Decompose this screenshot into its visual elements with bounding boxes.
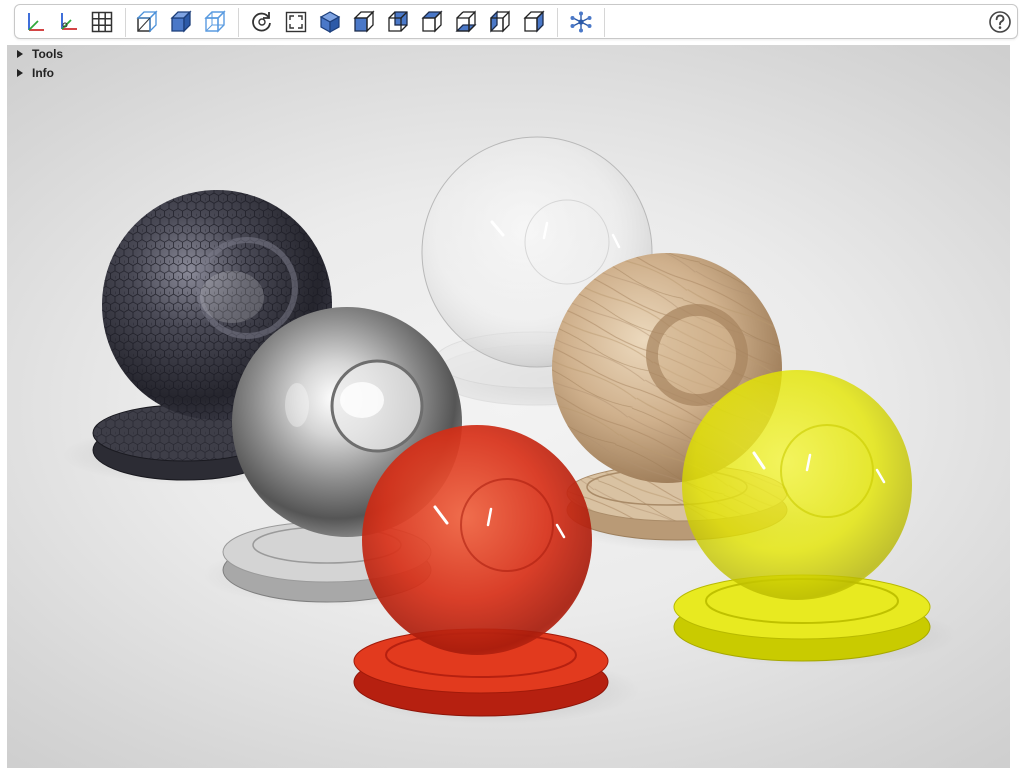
info-panel-toggle[interactable]: Info: [17, 64, 54, 82]
axes-origin-button[interactable]: [55, 9, 81, 35]
back-view-icon: [388, 11, 408, 32]
info-panel-label: Info: [32, 66, 54, 80]
fit-view-button[interactable]: [283, 9, 309, 35]
toolbar-separator: [125, 8, 126, 37]
solid-cube-button[interactable]: [168, 9, 194, 35]
top-view-button[interactable]: [419, 9, 445, 35]
axes-icon: [28, 13, 44, 31]
back-view-button[interactable]: [385, 9, 411, 35]
red-plastic-material: [350, 425, 640, 724]
grid-icon: [91, 11, 113, 33]
toolbar-separator: [604, 8, 605, 37]
reset-view-button[interactable]: [249, 9, 275, 35]
iso-view-icon: [319, 11, 341, 34]
left-view-icon: [490, 10, 510, 33]
bounding-box-icon: [136, 10, 158, 33]
tools-panel-label: Tools: [32, 47, 64, 61]
toolbar: [14, 4, 1018, 39]
solid-cube-icon: [170, 10, 192, 33]
yellow-glass-material: [673, 370, 957, 667]
toolbar-separator: [557, 8, 558, 37]
left-view-button[interactable]: [487, 9, 513, 35]
axes-button[interactable]: [23, 9, 49, 35]
expand-arrow-icon: [17, 50, 23, 58]
explode-icon: [570, 11, 592, 33]
front-view-icon: [353, 10, 375, 33]
bottom-view-button[interactable]: [453, 9, 479, 35]
top-view-icon: [421, 10, 443, 33]
material-scene: [62, 136, 957, 724]
right-view-button[interactable]: [521, 9, 547, 35]
wireframe-cube-button[interactable]: [202, 9, 228, 35]
tools-panel-toggle[interactable]: Tools: [17, 45, 63, 63]
explode-button[interactable]: [568, 9, 594, 35]
reset-view-icon: [252, 12, 271, 32]
bounding-box-button[interactable]: [134, 9, 160, 35]
wireframe-cube-icon: [204, 10, 226, 33]
grid-button[interactable]: [89, 9, 115, 35]
bottom-view-icon: [455, 10, 477, 33]
right-view-icon: [523, 10, 545, 33]
fit-view-icon: [285, 11, 307, 33]
help-button[interactable]: [987, 9, 1013, 35]
iso-view-button[interactable]: [317, 9, 343, 35]
expand-arrow-icon: [17, 69, 23, 77]
3d-viewport[interactable]: Tools Info: [7, 45, 1010, 768]
axes-origin-icon: [61, 13, 77, 30]
help-icon: [989, 11, 1011, 33]
front-view-button[interactable]: [351, 9, 377, 35]
toolbar-separator: [238, 8, 239, 37]
